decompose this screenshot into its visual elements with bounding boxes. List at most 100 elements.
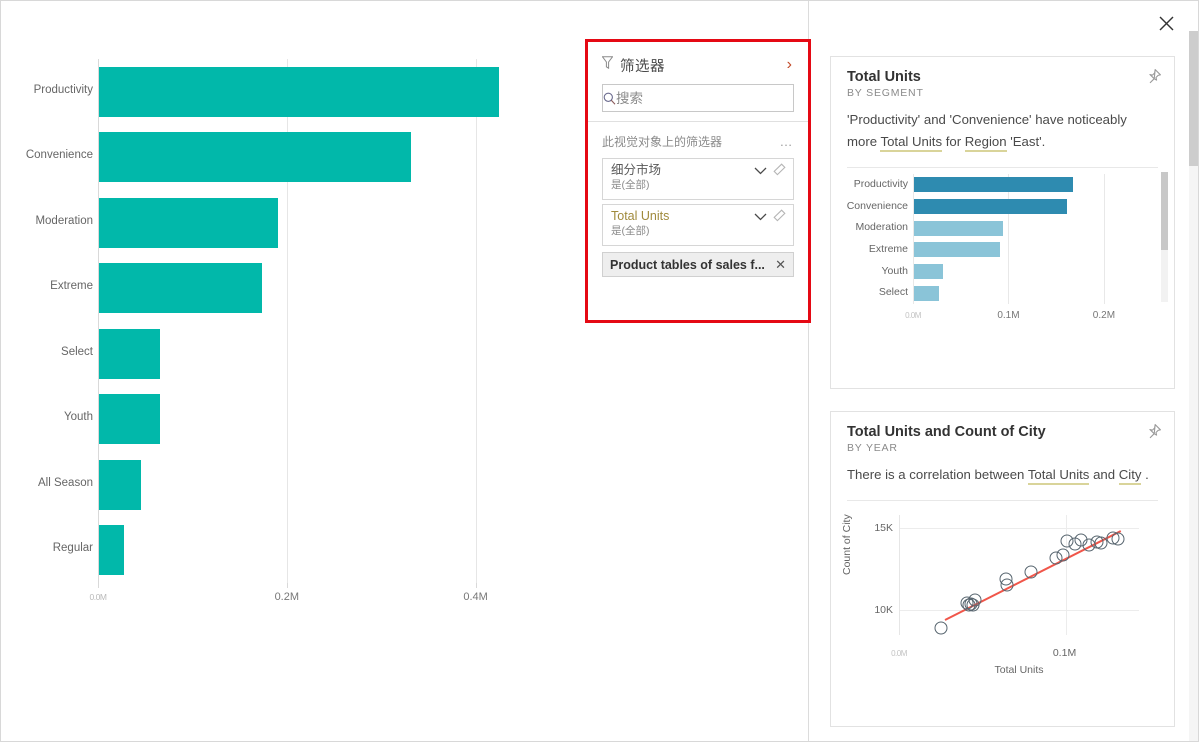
insight-card-subtitle: BY SEGMENT <box>847 87 924 99</box>
bar-moderation[interactable] <box>99 197 279 248</box>
x-axis-tick-label: 0.2M <box>1092 310 1116 321</box>
search-icon <box>603 92 616 105</box>
filter-card-2[interactable]: Total Units 是(全部) <box>602 204 794 246</box>
search-input[interactable] <box>616 90 793 106</box>
main-chart-plot-area[interactable] <box>98 59 570 583</box>
tick-mark <box>98 583 99 588</box>
bar-row[interactable] <box>98 66 570 117</box>
bar-select[interactable] <box>99 328 161 379</box>
pin-icon[interactable] <box>1145 423 1162 445</box>
chevron-down-icon[interactable] <box>754 166 767 178</box>
category-label: Convenience <box>25 149 93 162</box>
bar-row[interactable] <box>98 459 570 510</box>
insights-scrollbar[interactable] <box>1189 31 1198 741</box>
visual-filters-label: 此视觉对象上的筛选器 <box>602 134 723 149</box>
x-axis-tick-label: 0.2M <box>274 591 300 603</box>
insight-card-description: There is a correlation between Total Uni… <box>831 454 1174 486</box>
insight-chart-scrollbar[interactable] <box>1161 172 1168 302</box>
scrollbar-thumb[interactable] <box>1161 172 1168 250</box>
scrollbar-thumb[interactable] <box>1189 31 1198 166</box>
funnel-icon <box>601 56 614 74</box>
bar-moderation[interactable] <box>914 220 1004 236</box>
bar-extreme[interactable] <box>99 263 263 314</box>
insight-card-total-units-and-count-of-city[interactable]: Total Units and Count of City BY YEAR Th… <box>830 411 1175 727</box>
insight-card-header: Total Units and Count of City BY YEAR <box>831 412 1174 454</box>
scatter-point[interactable] <box>934 621 948 635</box>
bar-select[interactable] <box>914 285 940 301</box>
x-axis-tick-label: 0.1M <box>997 310 1020 321</box>
bar-productivity[interactable] <box>914 177 1074 193</box>
bar-all-season[interactable] <box>99 459 141 510</box>
scatter-x-axis-title: Total Units <box>994 664 1044 676</box>
eraser-icon[interactable] <box>773 209 787 227</box>
filter-card-list: 细分市场 是(全部) Total Units 是(全部) <box>602 158 794 246</box>
category-label: Productivity <box>853 177 908 190</box>
bar-youth[interactable] <box>914 264 944 279</box>
main-chart-category-labels: Productivity Convenience Moderation Extreme… <box>1 59 93 583</box>
chevron-right-icon[interactable]: › <box>785 57 794 73</box>
scatter-point[interactable] <box>1111 532 1125 546</box>
description-text: 'East'. <box>1006 134 1046 149</box>
gridline <box>900 610 1139 612</box>
filter-card-1[interactable]: 细分市场 是(全部) <box>602 158 794 200</box>
bar-extreme[interactable] <box>914 242 1001 258</box>
insight-card-total-units-by-segment[interactable]: Total Units BY SEGMENT 'Productivity' an… <box>830 56 1175 389</box>
category-label: Productivity <box>33 83 93 96</box>
scatter-point[interactable] <box>1056 548 1070 562</box>
scatter-point[interactable] <box>1024 565 1038 579</box>
bar-convenience[interactable] <box>914 199 1067 214</box>
category-label: Moderation <box>855 221 908 234</box>
filter-pill-label: Product tables of sales f... <box>610 257 765 272</box>
pin-icon[interactable] <box>1145 68 1162 90</box>
scatter-point[interactable] <box>968 593 982 607</box>
bar-row[interactable] <box>98 394 570 445</box>
category-label: Extreme <box>868 242 908 255</box>
gridline <box>913 174 914 304</box>
main-bar-chart[interactable]: Productivity Convenience Moderation Extreme… <box>1 1 581 641</box>
visual-filters-section-header: 此视觉对象上的筛选器 … <box>602 128 794 154</box>
more-options-icon[interactable]: … <box>780 134 795 149</box>
x-axis-tick-label: 0.0M <box>89 592 107 602</box>
bar-row[interactable] <box>98 263 570 314</box>
insight-bar-chart[interactable]: Productivity Convenience Moderation Extreme… <box>831 168 1176 343</box>
gridline <box>1008 174 1010 304</box>
filter-pane[interactable]: 筛选器 › 此视觉对象上的筛选器 … <box>585 39 811 323</box>
insight-chart-plot-area[interactable] <box>913 174 1123 304</box>
insight-card-description: 'Productivity' and 'Convenience' have no… <box>831 99 1174 153</box>
bar-productivity[interactable] <box>99 66 500 117</box>
bar-row[interactable] <box>98 328 570 379</box>
insight-card-title: Total Units and Count of City <box>847 424 1046 440</box>
description-text: for <box>942 134 965 149</box>
report-canvas: Productivity Convenience Moderation Extreme… <box>1 1 811 741</box>
insights-pane: Total Units BY SEGMENT 'Productivity' an… <box>810 1 1198 741</box>
description-text: There is a correlation between <box>847 467 1028 482</box>
scatter-y-axis-title: Count of City <box>841 514 853 575</box>
bar-row[interactable] <box>98 197 570 248</box>
scatter-point[interactable] <box>1000 578 1014 592</box>
bar-row[interactable] <box>98 525 570 576</box>
highlighted-field[interactable]: Total Units <box>1027 467 1090 485</box>
insight-card-title: Total Units <box>847 69 921 85</box>
insight-scatter-chart[interactable]: Count of City 10K 15K 0.0M 0.1M Total Units <box>831 501 1176 696</box>
tick-mark <box>475 583 477 588</box>
insight-card-header: Total Units BY SEGMENT <box>831 57 1174 99</box>
gridline <box>900 528 1139 530</box>
category-label: Youth <box>64 411 93 424</box>
chevron-down-icon[interactable] <box>754 212 767 224</box>
filter-search-box[interactable] <box>602 84 794 112</box>
highlighted-field[interactable]: City <box>1118 467 1142 485</box>
highlighted-field[interactable]: Total Units <box>880 134 943 152</box>
bar-convenience[interactable] <box>99 132 412 183</box>
scatter-plot-area[interactable] <box>899 515 1139 635</box>
bar-regular[interactable] <box>99 525 124 576</box>
eraser-icon[interactable] <box>773 163 787 181</box>
category-label: Select <box>878 286 908 299</box>
bar-youth[interactable] <box>99 394 161 445</box>
close-icon[interactable]: ✕ <box>769 257 786 273</box>
close-insights-button[interactable] <box>1154 11 1178 35</box>
gridline <box>1065 515 1067 635</box>
filter-pill-product-tables[interactable]: Product tables of sales f... ✕ <box>602 252 794 277</box>
filter-pane-header: 筛选器 › <box>601 42 794 80</box>
highlighted-field[interactable]: Region <box>964 134 1007 152</box>
bar-row[interactable] <box>98 132 570 183</box>
